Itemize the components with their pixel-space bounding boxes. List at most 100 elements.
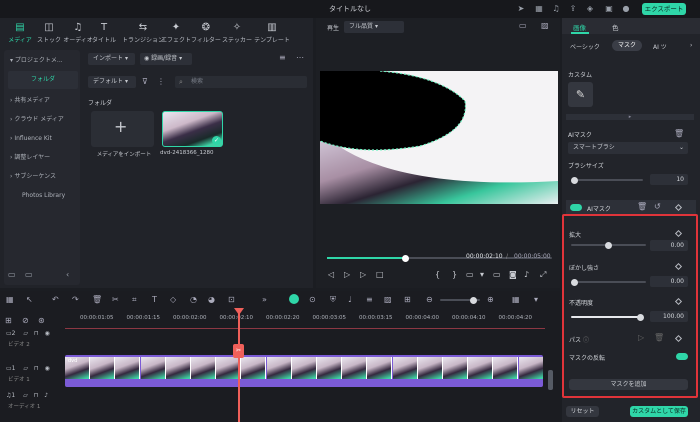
tab-stickers[interactable]: ✧ ステッカー [219, 21, 255, 47]
link-icon[interactable]: ⊞ [404, 295, 411, 304]
tab-color[interactable]: 色 [612, 22, 619, 32]
chevron-right-icon[interactable]: › [690, 42, 692, 49]
new-folder-icon[interactable]: ▭ [8, 270, 16, 279]
folder-icon[interactable]: ▱ [23, 392, 28, 399]
filter-sort-icon[interactable]: ≡ [279, 53, 286, 62]
sidebar-item-adjustment-layer[interactable]: › 調整レイヤー [10, 149, 78, 167]
sidebar-item-project-media[interactable]: ▾ プロジェクトメ... [10, 52, 78, 70]
volume-icon[interactable]: ♪ [44, 392, 48, 399]
expand-field[interactable]: 0.00 [650, 240, 688, 251]
image-icon[interactable]: ▨ [384, 295, 392, 304]
subtab-mask[interactable]: マスク [612, 40, 642, 51]
trash-icon[interactable]: 🗑 [674, 129, 684, 138]
brush-size-field[interactable]: 10 [650, 174, 688, 185]
more-icon[interactable]: » [262, 295, 267, 304]
add-mask-button[interactable]: マスクを追加 [569, 379, 688, 390]
headphones-icon[interactable]: ♫ [551, 4, 561, 14]
preview-canvas[interactable] [320, 71, 558, 204]
fullscreen-icon[interactable]: ▭ [466, 270, 474, 279]
sidebar-item-photos-library[interactable]: Photos Library [10, 187, 78, 205]
more-icon[interactable]: ⋯ [296, 53, 304, 62]
monitor-icon[interactable]: ▭ [519, 21, 527, 30]
sidebar-item-shared-media[interactable]: › 共有メディア [10, 92, 78, 110]
timeline-scrollbar[interactable] [548, 370, 553, 390]
lock-icon[interactable]: ⊓ [34, 392, 39, 399]
camera-icon[interactable]: ◙ [509, 270, 517, 279]
apps-icon[interactable]: ▦ [534, 4, 544, 14]
text-tool-icon[interactable]: T [152, 295, 157, 304]
snapshot-icon[interactable]: ▨ [541, 21, 549, 30]
save-as-custom-button[interactable]: カスタムとして保存 [630, 406, 688, 417]
video-clip[interactable]: dvd [65, 355, 543, 387]
volume-icon[interactable]: ♪ [524, 270, 529, 279]
crop-icon[interactable]: ⌗ [132, 295, 137, 305]
brush-size-handle[interactable] [571, 176, 578, 184]
lock-icon[interactable]: ⊓ [34, 365, 39, 372]
zoom-slider[interactable] [440, 296, 480, 304]
profile-icon[interactable]: ● [621, 4, 631, 14]
send-icon[interactable]: ➤ [516, 4, 526, 14]
shield-icon[interactable]: ⛨ [330, 295, 336, 305]
brush-size-slider[interactable] [571, 176, 643, 184]
invert-mask-toggle[interactable] [676, 353, 688, 360]
timeline-ruler[interactable]: 00:00:01:05 00:00:01:15 00:00:02:00 00:00:0… [65, 312, 545, 328]
clip-thumbnail[interactable]: ✓ [162, 111, 223, 147]
undo-icon[interactable]: ↶ [52, 295, 59, 304]
play-icon[interactable]: ▷ [360, 270, 366, 279]
trash-icon[interactable]: 🗑 [637, 202, 647, 211]
sidebar-item-influence-kit[interactable]: › Influence Kit [10, 130, 78, 148]
sidebar-item-subsequence[interactable]: › サブシーケンス [10, 168, 78, 186]
default-dropdown[interactable]: デフォルト ▾ [88, 76, 136, 88]
opacity-field[interactable]: 100.00 [650, 311, 688, 322]
eye-icon[interactable]: ◉ [45, 365, 50, 372]
dropdown-icon[interactable]: ▾ [480, 270, 484, 279]
gift-icon[interactable]: ◈ [585, 4, 595, 14]
folder-icon[interactable]: ▱ [23, 365, 28, 372]
folder-icon[interactable]: ▱ [23, 330, 28, 337]
brush-icon[interactable]: ✎ [568, 82, 593, 107]
stop-icon[interactable]: □ [376, 270, 384, 279]
opacity-handle[interactable] [637, 313, 644, 321]
play-path-icon[interactable]: ▷ [638, 333, 644, 342]
mark-in-icon[interactable]: { [435, 270, 440, 279]
zoom-out-icon[interactable]: ⊖ [426, 295, 433, 304]
motion-icon[interactable]: ◇ [170, 295, 176, 304]
filter-icon[interactable]: ⊽ [142, 77, 148, 86]
record-dropdown[interactable]: ◉ 録画/録音 ▾ [140, 53, 192, 65]
scrubber-handle[interactable] [402, 254, 410, 262]
sidebar-item-folder[interactable]: フォルダ [8, 71, 78, 89]
mic-icon[interactable]: ♩ [348, 295, 352, 304]
opacity-slider[interactable] [571, 313, 644, 321]
tab-templates[interactable]: ▥ テンプレート [252, 21, 292, 47]
add-track-icon[interactable]: ⊞ [5, 316, 12, 325]
render-icon[interactable] [289, 294, 299, 304]
import-dropdown[interactable]: インポート ▾ [88, 53, 135, 65]
quality-dropdown[interactable]: フル品質 ▾ [344, 21, 404, 33]
expand-slider[interactable] [571, 241, 646, 249]
split-icon[interactable]: ✂ [112, 295, 119, 304]
grid-view-icon[interactable]: ⋮ [157, 77, 165, 86]
upload-icon[interactable]: ⇪ [568, 4, 578, 14]
mark-out-icon[interactable]: } [452, 270, 457, 279]
play-back-icon[interactable]: ▷ [344, 270, 350, 279]
select-tool-icon[interactable]: ↖ [26, 295, 33, 304]
blur-handle[interactable] [571, 278, 578, 286]
prev-frame-icon[interactable]: ◁ [328, 270, 334, 279]
zoom-handle[interactable] [470, 296, 477, 304]
folder-add-icon[interactable]: ▭ [25, 270, 33, 279]
delete-icon[interactable]: 🗑 [92, 295, 102, 304]
chevron-down-icon[interactable]: ▾ [534, 295, 538, 304]
ai-mask-toggle[interactable] [570, 204, 582, 211]
layout-icon[interactable]: ▦ [6, 295, 14, 304]
grid-icon[interactable]: ▦ [512, 295, 520, 304]
blur-field[interactable]: 0.00 [650, 276, 688, 287]
tab-titles[interactable]: T タイトル [86, 21, 122, 47]
layers-icon[interactable]: ≡ [366, 295, 373, 304]
display-icon[interactable]: ▭ [493, 270, 501, 279]
tab-image[interactable]: 画像 [573, 22, 586, 32]
collapse-icon[interactable]: ‹ [66, 270, 69, 279]
speed-icon[interactable]: ◔ [190, 295, 197, 304]
subtab-ai-tools[interactable]: AI ツ [653, 42, 667, 51]
reset-button[interactable]: リセット [566, 406, 599, 417]
snap-icon[interactable]: ⊙ [309, 295, 316, 304]
